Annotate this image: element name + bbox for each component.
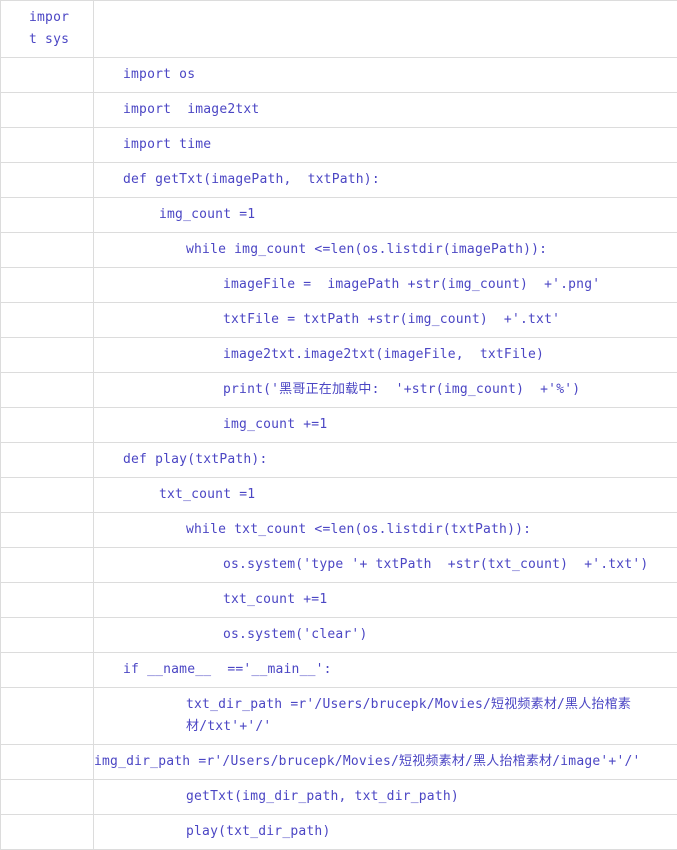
code-cell: img_dir_path =r'/Users/brucepk/Movies/短视… <box>94 745 677 780</box>
code-line: def play(txtPath): <box>94 449 671 471</box>
gutter-cell <box>1 198 94 233</box>
code-line: def getTxt(imagePath, txtPath): <box>94 169 671 191</box>
code-line: import image2txt <box>94 99 671 121</box>
code-line: imageFile = imagePath +str(img_count) +'… <box>94 274 671 296</box>
table-row: import time <box>1 128 677 163</box>
code-line: import time <box>94 134 671 156</box>
import-sys-line-2: t sys <box>29 29 73 51</box>
gutter-cell <box>1 338 94 373</box>
code-line: txtFile = txtPath +str(img_count) +'.txt… <box>94 309 671 331</box>
gutter-cell <box>1 618 94 653</box>
gutter-cell <box>1 443 94 478</box>
table-row: import os <box>1 58 677 93</box>
table-row: print('黑哥正在加载中: '+str(img_count) +'%') <box>1 373 677 408</box>
code-cell: imageFile = imagePath +str(img_count) +'… <box>94 268 677 303</box>
gutter-cell <box>1 58 94 93</box>
gutter-cell <box>1 233 94 268</box>
code-cell: while txt_count <=len(os.listdir(txtPath… <box>94 513 677 548</box>
code-line: print('黑哥正在加载中: '+str(img_count) +'%') <box>94 379 671 401</box>
code-cell: txt_count +=1 <box>94 583 677 618</box>
code-listing-table: impor t sys import os import image2txt i… <box>0 0 677 850</box>
code-line: while txt_count <=len(os.listdir(txtPath… <box>94 519 671 541</box>
code-line: image2txt.image2txt(imageFile, txtFile) <box>94 344 671 366</box>
code-line: img_count +=1 <box>94 414 671 436</box>
table-row: txt_count +=1 <box>1 583 677 618</box>
code-line: os.system('clear') <box>94 624 671 646</box>
code-cell: import image2txt <box>94 93 677 128</box>
code-cell: while img_count <=len(os.listdir(imagePa… <box>94 233 677 268</box>
table-row: def getTxt(imagePath, txtPath): <box>1 163 677 198</box>
code-line-blank <box>94 7 671 29</box>
code-line: play(txt_dir_path) <box>94 821 671 843</box>
code-line: getTxt(img_dir_path, txt_dir_path) <box>94 786 671 808</box>
table-row: img_count +=1 <box>1 408 677 443</box>
code-cell: def play(txtPath): <box>94 443 677 478</box>
gutter-cell <box>1 478 94 513</box>
gutter-cell <box>1 548 94 583</box>
gutter-cell <box>1 408 94 443</box>
code-cell: img_count +=1 <box>94 408 677 443</box>
gutter-cell <box>1 815 94 850</box>
table-row: img_count =1 <box>1 198 677 233</box>
table-row: txt_count =1 <box>1 478 677 513</box>
code-cell-empty <box>94 1 677 58</box>
table-row: getTxt(img_dir_path, txt_dir_path) <box>1 780 677 815</box>
code-line: while img_count <=len(os.listdir(imagePa… <box>94 239 671 261</box>
gutter-cell <box>1 303 94 338</box>
gutter-cell <box>1 128 94 163</box>
code-cell: import os <box>94 58 677 93</box>
gutter-cell <box>1 653 94 688</box>
gutter-cell <box>1 583 94 618</box>
gutter-cell <box>1 93 94 128</box>
table-row: import image2txt <box>1 93 677 128</box>
code-cell: if __name__ =='__main__': <box>94 653 677 688</box>
code-line: txt_count =1 <box>94 484 671 506</box>
table-row: def play(txtPath): <box>1 443 677 478</box>
table-row: os.system('type '+ txtPath +str(txt_coun… <box>1 548 677 583</box>
code-cell: img_count =1 <box>94 198 677 233</box>
table-row: txt_dir_path =r'/Users/brucepk/Movies/短视… <box>1 688 677 745</box>
code-cell: txt_dir_path =r'/Users/brucepk/Movies/短视… <box>94 688 677 745</box>
gutter-cell <box>1 268 94 303</box>
code-cell: play(txt_dir_path) <box>94 815 677 850</box>
code-cell: print('黑哥正在加载中: '+str(img_count) +'%') <box>94 373 677 408</box>
import-sys-line-1: impor <box>29 7 73 29</box>
table-row: image2txt.image2txt(imageFile, txtFile) <box>1 338 677 373</box>
code-cell: def getTxt(imagePath, txtPath): <box>94 163 677 198</box>
code-cell: os.system('clear') <box>94 618 677 653</box>
gutter-cell <box>1 745 94 780</box>
table-row: img_dir_path =r'/Users/brucepk/Movies/短视… <box>1 745 677 780</box>
code-cell: txt_count =1 <box>94 478 677 513</box>
code-cell: os.system('type '+ txtPath +str(txt_coun… <box>94 548 677 583</box>
gutter-cell <box>1 688 94 745</box>
code-cell: import time <box>94 128 677 163</box>
table-row: txtFile = txtPath +str(img_count) +'.txt… <box>1 303 677 338</box>
table-row: imageFile = imagePath +str(img_count) +'… <box>1 268 677 303</box>
code-line: txt_dir_path =r'/Users/brucepk/Movies/短视… <box>94 694 671 738</box>
gutter-cell <box>1 513 94 548</box>
code-cell: image2txt.image2txt(imageFile, txtFile) <box>94 338 677 373</box>
table-row: play(txt_dir_path) <box>1 815 677 850</box>
code-line: img_count =1 <box>94 204 671 226</box>
gutter-cell <box>1 163 94 198</box>
table-row: if __name__ =='__main__': <box>1 653 677 688</box>
code-cell: getTxt(img_dir_path, txt_dir_path) <box>94 780 677 815</box>
table-row: impor t sys <box>1 1 677 58</box>
gutter-cell <box>1 780 94 815</box>
table-row: os.system('clear') <box>1 618 677 653</box>
code-line: os.system('type '+ txtPath +str(txt_coun… <box>94 554 671 576</box>
table-row: while txt_count <=len(os.listdir(txtPath… <box>1 513 677 548</box>
code-table-body: impor t sys import os import image2txt i… <box>1 1 677 850</box>
import-sys-cell: impor t sys <box>1 1 94 58</box>
code-line: if __name__ =='__main__': <box>94 659 671 681</box>
code-cell: txtFile = txtPath +str(img_count) +'.txt… <box>94 303 677 338</box>
code-line: txt_count +=1 <box>94 589 671 611</box>
code-line: import os <box>94 64 671 86</box>
table-row: while img_count <=len(os.listdir(imagePa… <box>1 233 677 268</box>
gutter-cell <box>1 373 94 408</box>
code-line-wrapped: img_dir_path =r'/Users/brucepk/Movies/短视… <box>94 751 671 773</box>
